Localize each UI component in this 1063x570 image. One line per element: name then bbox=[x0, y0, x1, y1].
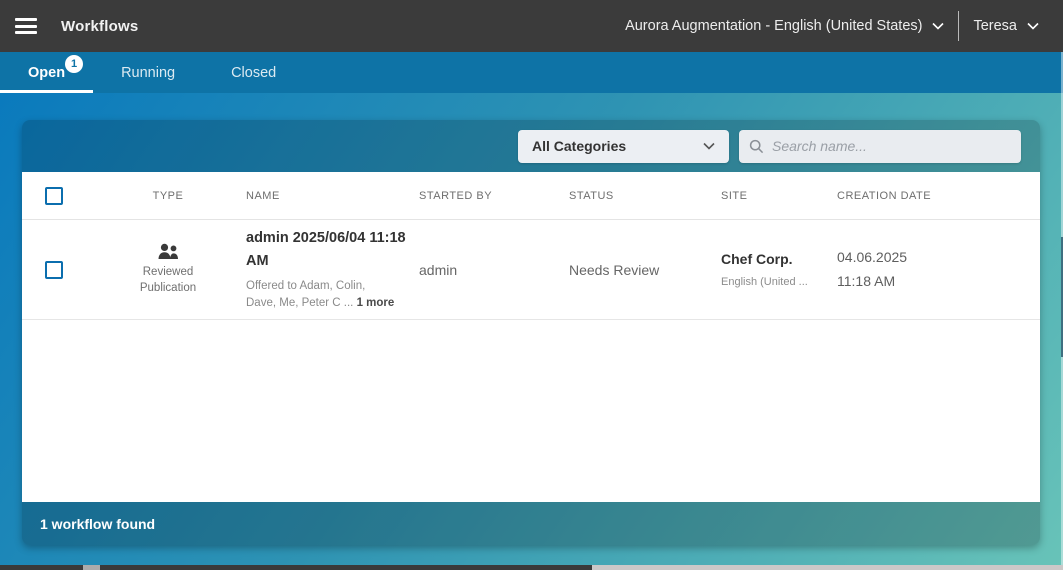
horizontal-scrollbar-track[interactable] bbox=[0, 565, 592, 570]
creation-date-cell: 04.06.2025 11:18 AM bbox=[837, 246, 1040, 292]
status-cell: Needs Review bbox=[569, 261, 660, 278]
search-box bbox=[739, 129, 1021, 163]
tab-open[interactable]: Open 1 bbox=[0, 52, 94, 93]
search-input[interactable] bbox=[772, 138, 1011, 154]
column-header-started-by: STARTED BY bbox=[419, 189, 493, 202]
type-cell: Reviewed Publication bbox=[90, 243, 246, 296]
page-title: Workflows bbox=[61, 17, 139, 35]
workflow-table: TYPE NAME STARTED BY STATUS SITE CREATIO… bbox=[22, 172, 1040, 502]
table-header-row: TYPE NAME STARTED BY STATUS SITE CREATIO… bbox=[22, 172, 1040, 220]
hamburger-menu-icon[interactable] bbox=[15, 18, 37, 34]
top-bar: Workflows Aurora Augmentation - English … bbox=[0, 0, 1063, 52]
results-footer: 1 workflow found bbox=[22, 502, 1040, 545]
search-icon bbox=[749, 139, 764, 153]
chevron-down-icon bbox=[1027, 22, 1039, 30]
results-count: 1 workflow found bbox=[40, 515, 156, 532]
site-language: English (United ... bbox=[721, 276, 808, 288]
name-cell: admin 2025/06/04 11:18 AM Offered to Ada… bbox=[246, 227, 419, 311]
select-all-checkbox[interactable] bbox=[45, 186, 63, 205]
user-menu[interactable]: Teresa bbox=[973, 18, 1045, 34]
category-dropdown-value: All Categories bbox=[532, 138, 627, 154]
people-icon bbox=[158, 243, 178, 259]
topbar-right: Aurora Augmentation - English (United St… bbox=[625, 11, 1045, 41]
tab-closed[interactable]: Closed bbox=[203, 52, 304, 93]
workflow-type-label: Reviewed Publication bbox=[139, 265, 197, 294]
column-header-type: TYPE bbox=[152, 189, 184, 202]
site-cell: Chef Corp. English (United ... bbox=[721, 251, 837, 288]
column-header-name: NAME bbox=[246, 189, 280, 202]
workflow-name[interactable]: admin 2025/06/04 11:18 AM bbox=[246, 227, 406, 272]
tab-running[interactable]: Running bbox=[93, 52, 203, 93]
more-participants-link[interactable]: 1 more bbox=[357, 297, 395, 309]
tab-open-count-badge: 1 bbox=[65, 55, 84, 73]
table-row[interactable]: Reviewed Publication admin 2025/06/04 11… bbox=[22, 220, 1040, 320]
site-name: Chef Corp. bbox=[721, 251, 793, 267]
workflow-participants: Offered to Adam, Colin, Dave, Me, Peter … bbox=[246, 280, 395, 309]
project-language-selector[interactable]: Aurora Augmentation - English (United St… bbox=[625, 18, 945, 34]
started-by-cell: admin bbox=[419, 261, 458, 278]
tab-running-label: Running bbox=[121, 64, 176, 81]
chevron-down-icon bbox=[932, 22, 945, 30]
category-dropdown[interactable]: All Categories bbox=[518, 129, 729, 163]
row-checkbox[interactable] bbox=[45, 260, 63, 279]
project-language-label: Aurora Augmentation - English (United St… bbox=[625, 18, 923, 34]
creation-date: 04.06.2025 bbox=[837, 249, 908, 266]
chevron-down-icon bbox=[703, 142, 715, 150]
tab-closed-label: Closed bbox=[231, 64, 277, 81]
content-area: All Categories TYPE NAME STARTED BY STAT… bbox=[0, 52, 1063, 565]
column-header-status: STATUS bbox=[569, 189, 614, 202]
header-divider bbox=[958, 11, 960, 41]
user-name: Teresa bbox=[973, 18, 1017, 34]
horizontal-scrollbar-thumb[interactable] bbox=[83, 565, 100, 570]
bottom-strip-light bbox=[592, 565, 1063, 570]
column-header-creation-date: CREATION DATE bbox=[837, 189, 932, 202]
tab-open-label: Open bbox=[28, 64, 66, 81]
column-header-site: SITE bbox=[721, 189, 748, 202]
bottom-scrollbar-strip bbox=[0, 565, 1063, 570]
workflow-tabs: Open 1 Running Closed bbox=[0, 52, 1063, 93]
filter-bar: All Categories bbox=[22, 120, 1040, 172]
creation-time: 11:18 AM bbox=[837, 272, 896, 289]
table-empty-area bbox=[22, 320, 1040, 502]
workflow-list-card: All Categories TYPE NAME STARTED BY STAT… bbox=[22, 120, 1040, 545]
